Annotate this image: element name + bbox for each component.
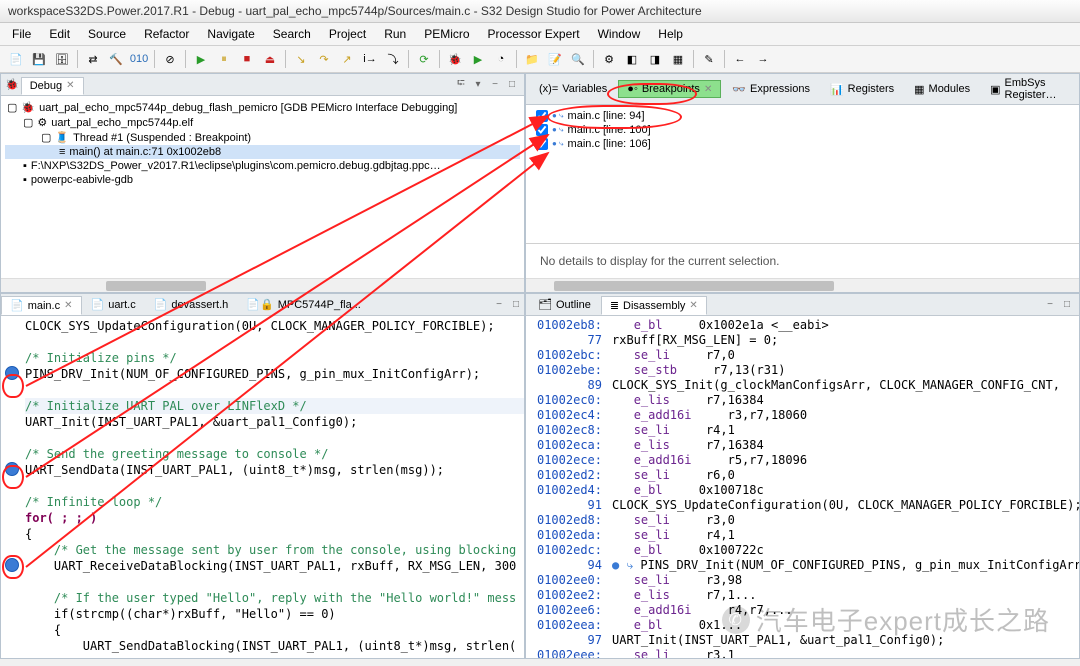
run-icon[interactable]: ▶	[468, 49, 488, 69]
switch-icon[interactable]: ⇄	[83, 49, 103, 69]
minimize-icon[interactable]: −	[491, 297, 507, 313]
breakpoint-item[interactable]: ● ⤷main.c [line: 100]	[532, 123, 1073, 137]
tab-variables[interactable]: (x)= Variables	[530, 80, 616, 98]
breakpoint-details: No details to display for the current se…	[526, 244, 1079, 278]
maximize-icon[interactable]: □	[508, 297, 524, 313]
new-proj-icon[interactable]: 📁	[522, 49, 542, 69]
maximize-icon[interactable]: □	[504, 77, 520, 93]
tab-breakpoints[interactable]: ●◦ Breakpoints ✕	[618, 80, 721, 98]
skip-bp-icon[interactable]: ⊘	[160, 49, 180, 69]
debug-view: 🐞 Debug ✕ ⮓ ▾ − □ ▢🐞uart_pal_echo_mpc574…	[0, 73, 525, 293]
pencil-icon[interactable]: ✎	[699, 49, 719, 69]
collapse-icon[interactable]: ⮓	[453, 77, 469, 93]
minimize-icon[interactable]: −	[1042, 297, 1058, 313]
minimize-icon[interactable]: −	[487, 77, 503, 93]
menu-project[interactable]: Project	[321, 25, 374, 43]
debug-tab-icon: 🐞	[5, 78, 19, 91]
tab-devassert-h[interactable]: 📄 devassert.h	[145, 295, 238, 314]
profile-icon[interactable]: ◔	[491, 49, 511, 69]
tab-mpc5744p[interactable]: 📄🔒 MPC5744P_fla...	[237, 295, 370, 314]
build-icon[interactable]: 🔨	[106, 49, 126, 69]
menu-pemicro[interactable]: PEMicro	[416, 25, 477, 43]
disassembly-listing[interactable]: 01002eb8: e_bl 0x1002e1a <__eabi>77rxBuf…	[526, 316, 1079, 658]
bp-checkbox[interactable]	[536, 124, 548, 136]
editor-view: 📄 main.c ✕ 📄 uart.c 📄 devassert.h 📄🔒 MPC…	[0, 293, 525, 659]
toolbar: 📄 💾 🗄 ⇄ 🔨 010 ⊘ ▶ ⏸ ■ ⏏ ↘ ↷ ↗ i→ ⤵ ⟳ 🐞 ▶…	[0, 46, 1080, 73]
new-icon[interactable]: 📄	[6, 49, 26, 69]
menubar: File Edit Source Refactor Navigate Searc…	[0, 23, 1080, 46]
component-icon[interactable]: ⚙	[599, 49, 619, 69]
close-icon[interactable]: ✕	[704, 84, 712, 95]
tab-debug[interactable]: Debug ✕	[21, 77, 84, 95]
debug-icon[interactable]: 🐞	[445, 49, 465, 69]
open-type-icon[interactable]: 🔍	[568, 49, 588, 69]
menu-help[interactable]: Help	[650, 25, 691, 43]
breakpoints-view: (x)= Variables ●◦ Breakpoints ✕ 👓 Expres…	[525, 73, 1080, 293]
step-out-icon[interactable]: ↗	[337, 49, 357, 69]
bp-checkbox[interactable]	[536, 110, 548, 122]
debug-tree[interactable]: ▢🐞uart_pal_echo_mpc5744p_debug_flash_pem…	[1, 96, 524, 278]
tab-modules[interactable]: ▦ Modules	[905, 80, 979, 99]
instr-step-icon[interactable]: i→	[360, 49, 380, 69]
save-all-icon[interactable]: 🗄	[52, 49, 72, 69]
action1-icon[interactable]: ◧	[622, 49, 642, 69]
breakpoint-item[interactable]: ● ⤷main.c [line: 94]	[532, 109, 1073, 123]
resume-icon[interactable]: ▶	[191, 49, 211, 69]
disassembly-view: 🗂 Outline ≣ Disassembly ✕ −□ 01002eb8: e…	[525, 293, 1080, 659]
step-into-icon[interactable]: ↘	[291, 49, 311, 69]
step-over-icon[interactable]: ↷	[314, 49, 334, 69]
tab-registers[interactable]: 📊 Registers	[821, 80, 903, 99]
tab-expressions[interactable]: 👓 Expressions	[723, 80, 819, 99]
menu-processor-expert[interactable]: Processor Expert	[480, 25, 588, 43]
restart-icon[interactable]: ⟳	[414, 49, 434, 69]
new-file-icon[interactable]: 📝	[545, 49, 565, 69]
close-icon[interactable]: ✕	[66, 80, 74, 91]
maximize-icon[interactable]: □	[1059, 297, 1075, 313]
breakpoint-item[interactable]: ● ⤷main.c [line: 106]	[532, 137, 1073, 151]
pause-icon[interactable]: ⏸	[214, 49, 234, 69]
tab-main-c[interactable]: 📄 main.c ✕	[1, 296, 82, 315]
menu-refactor[interactable]: Refactor	[136, 25, 197, 43]
back-icon[interactable]: ←	[730, 49, 750, 69]
horizontal-scrollbar[interactable]	[1, 278, 524, 292]
tab-uart-c[interactable]: 📄 uart.c	[82, 295, 145, 314]
window-title: workspaceS32DS.Power.2017.R1 - Debug - u…	[0, 0, 1080, 23]
action3-icon[interactable]: ▦	[668, 49, 688, 69]
save-icon[interactable]: 💾	[29, 49, 49, 69]
bp-checkbox[interactable]	[536, 138, 548, 150]
menu-search[interactable]: Search	[265, 25, 319, 43]
binary-icon[interactable]: 010	[129, 49, 149, 69]
disconnect-icon[interactable]: ⏏	[260, 49, 280, 69]
menu-file[interactable]: File	[4, 25, 39, 43]
code-editor[interactable]: CLOCK_SYS_UpdateConfiguration(0U, CLOCK_…	[1, 316, 524, 658]
action2-icon[interactable]: ◨	[645, 49, 665, 69]
menu-source[interactable]: Source	[80, 25, 134, 43]
horizontal-scrollbar[interactable]	[526, 278, 1079, 292]
stack-frame-selected[interactable]: ≡main() at main.c:71 0x1002eb8	[5, 145, 520, 159]
forward-icon[interactable]: →	[753, 49, 773, 69]
menu-dropdown-icon[interactable]: ▾	[470, 77, 486, 93]
tab-disassembly[interactable]: ≣ Disassembly ✕	[601, 296, 707, 315]
menu-navigate[interactable]: Navigate	[199, 25, 262, 43]
menu-window[interactable]: Window	[590, 25, 649, 43]
menu-run[interactable]: Run	[376, 25, 414, 43]
drop-frame-icon[interactable]: ⤵	[383, 49, 403, 69]
tab-outline[interactable]: 🗂 Outline	[530, 296, 599, 313]
stop-icon[interactable]: ■	[237, 49, 257, 69]
menu-edit[interactable]: Edit	[41, 25, 78, 43]
tab-embsys[interactable]: ▣ EmbSys Register…	[981, 74, 1075, 104]
